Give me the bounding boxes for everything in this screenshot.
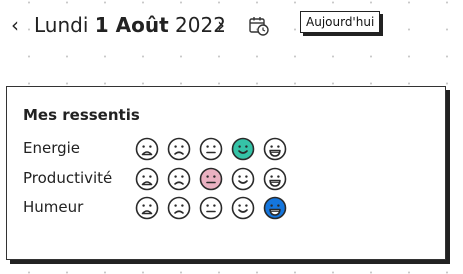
current-date: Lundi 1 Août 2022 (34, 12, 226, 38)
big-grin-face-icon[interactable] (263, 196, 287, 220)
day-and-month: 1 Août (94, 13, 169, 37)
neutral-face-icon[interactable] (199, 167, 223, 191)
next-day-chevron-icon[interactable]: › (217, 13, 225, 37)
very-sad-face-icon[interactable] (135, 196, 159, 220)
big-grin-face-icon[interactable] (263, 167, 287, 191)
sad-face-icon[interactable] (167, 167, 191, 191)
sad-face-icon[interactable] (167, 137, 191, 161)
very-sad-face-icon[interactable] (135, 167, 159, 191)
row-label: Energie (23, 139, 81, 157)
smile-face-icon[interactable] (231, 196, 255, 220)
previous-day-chevron-icon[interactable]: ‹ (11, 13, 19, 37)
row-label: Humeur (23, 198, 84, 216)
very-sad-face-icon[interactable] (135, 137, 159, 161)
neutral-face-icon[interactable] (199, 137, 223, 161)
calendar-clock-icon[interactable] (248, 15, 270, 37)
neutral-face-icon[interactable] (199, 196, 223, 220)
smile-face-icon[interactable] (231, 137, 255, 161)
date-navigation: ‹ Lundi 1 Août 2022 › Aujourd'hui (0, 0, 463, 52)
feelings-card: Mes ressentis Energie Productivité Humeu… (6, 86, 446, 260)
sad-face-icon[interactable] (167, 196, 191, 220)
day-name: Lundi (34, 13, 89, 37)
smile-face-icon[interactable] (231, 167, 255, 191)
big-grin-face-icon[interactable] (263, 137, 287, 161)
card-title: Mes ressentis (23, 106, 140, 124)
row-label: Productivité (23, 169, 113, 187)
today-button[interactable]: Aujourd'hui (300, 11, 381, 33)
